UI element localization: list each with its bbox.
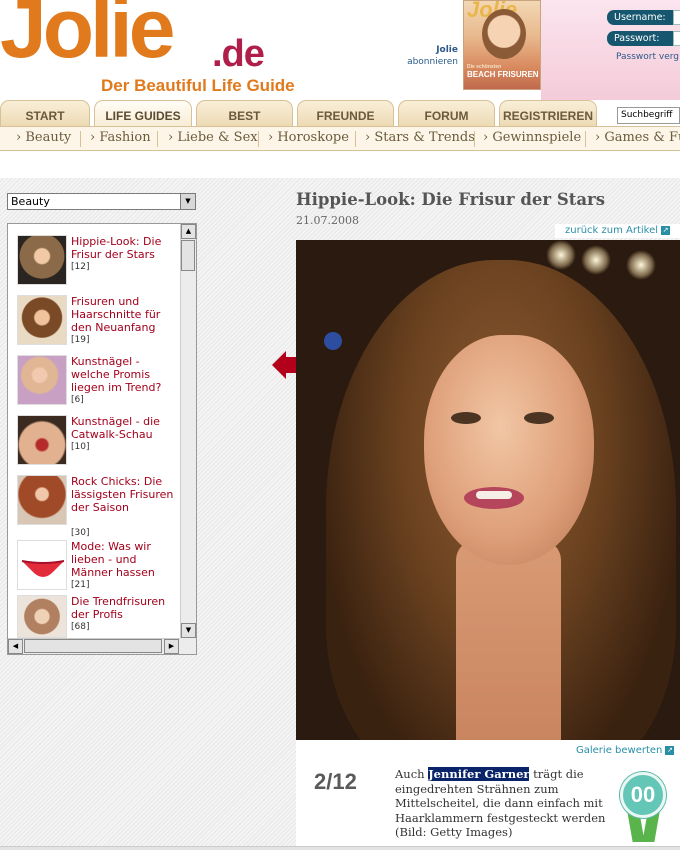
gallery-count: [12] (71, 262, 90, 272)
magazine-name-link[interactable]: Jolie (395, 44, 458, 56)
scrollbar-corner (180, 638, 196, 654)
subnav-fashion[interactable]: › Fashion (90, 127, 151, 151)
scroll-right-icon[interactable]: ▶ (164, 639, 179, 654)
gallery-title-link[interactable]: Die Trendfrisuren der Profis (71, 595, 179, 621)
photo-light (546, 240, 576, 270)
gallery-title-link[interactable]: Hippie-Look: Die Frisur der Stars (71, 235, 179, 261)
gallery-title-link[interactable]: Mode: Was wir lieben - und Männer hassen (71, 540, 179, 579)
gallery-thumbnail[interactable] (17, 415, 67, 465)
main-navigation: START LIFE GUIDES BEST FREUNDE FINDEN FO… (0, 100, 680, 153)
site-logo-tld[interactable]: .de (212, 33, 265, 76)
gallery-title-link[interactable]: Kunstnägel - die Catwalk-Schau (71, 415, 179, 441)
gallery-count: [30] (71, 528, 90, 538)
username-label: Username: (607, 10, 673, 25)
subnav-beauty[interactable]: › Beauty (16, 127, 71, 151)
gallery-thumbnail[interactable] (17, 355, 67, 405)
gallery-main-photo[interactable] (296, 240, 680, 740)
subnav-games-fun[interactable]: › Games & Fun (595, 127, 680, 151)
tab-freunde-finden[interactable]: FREUNDE FINDEN (297, 100, 394, 153)
subscribe-link[interactable]: abonnieren (395, 56, 458, 68)
tab-best[interactable]: BEST (196, 100, 293, 127)
site-header: Jolie .de Der Beautiful Life Guide Jolie… (0, 0, 680, 100)
rate-gallery-link[interactable]: Galerie bewerten ↗ (576, 745, 675, 756)
subnav-divider (355, 131, 356, 147)
gallery-thumbnail[interactable] (17, 235, 67, 285)
username-input[interactable] (673, 10, 680, 25)
rate-gallery-label[interactable]: Galerie bewerten (576, 745, 662, 756)
subnav-divider (80, 131, 81, 147)
arrow-icon[interactable]: ↗ (665, 745, 675, 755)
subnav-stars-trends[interactable]: › Stars & Trends (365, 127, 475, 151)
previous-image-arrow-icon[interactable] (272, 351, 286, 379)
image-counter: 2/12 (314, 769, 357, 794)
scroll-up-icon[interactable]: ▲ (181, 224, 196, 239)
search-input[interactable]: Suchbegriff (617, 107, 680, 124)
forgot-password-link[interactable]: Passwort verg (616, 52, 679, 62)
tab-forum[interactable]: FORUM (398, 100, 495, 127)
magazine-cover-text: Die schönsten BEACH FRISUREN (467, 63, 539, 79)
gallery-thumbnail[interactable] (17, 595, 67, 638)
scrollbar-thumb[interactable] (181, 240, 195, 271)
gallery-horizontal-scrollbar[interactable]: ◀ ▶ (8, 638, 180, 654)
gallery-vertical-scrollbar[interactable]: ▲ ▼ (180, 224, 196, 638)
photo-face (424, 335, 594, 565)
gallery-thumbnail[interactable] (17, 475, 67, 525)
site-tagline: Der Beautiful Life Guide (101, 76, 295, 95)
caption-highlight: Jennifer Garner (428, 767, 530, 781)
footer-divider (0, 846, 680, 850)
page-title: Hippie-Look: Die Frisur der Stars (296, 190, 606, 209)
category-select-value: Beauty (11, 195, 50, 208)
tab-registrieren[interactable]: REGISTRIEREN (499, 100, 597, 127)
login-area: Username: Passwort: Passwort verg (541, 0, 680, 100)
back-to-article-label[interactable]: zurück zum Artikel (565, 225, 658, 236)
caption-text-before: Auch (395, 767, 429, 781)
gallery-title-link[interactable]: Kunstnägel - welche Promis liegen im Tre… (71, 355, 179, 394)
site-logo[interactable]: Jolie (0, 0, 175, 70)
password-input[interactable] (673, 31, 680, 46)
article-date: 21.07.2008 (296, 214, 359, 227)
chevron-down-icon[interactable]: ▼ (180, 194, 195, 209)
category-select[interactable]: Beauty ▼ (7, 193, 196, 210)
password-label: Passwort: (607, 31, 673, 46)
gallery-thumbnail[interactable] (17, 295, 67, 345)
scrollbar-thumb[interactable] (24, 639, 162, 653)
gallery-count: [19] (71, 335, 90, 345)
photo-eye (451, 412, 481, 424)
photo-light (581, 245, 611, 275)
photo-teeth (476, 491, 512, 499)
subnav-divider (585, 131, 586, 147)
subnav-divider (474, 131, 475, 147)
subnav-divider (157, 131, 158, 147)
photo-eye (524, 412, 554, 424)
subnav-liebe-sex[interactable]: › Liebe & Sex (168, 127, 258, 151)
gallery-count: [10] (71, 442, 90, 452)
image-caption: Auch Jennifer Garner trägt die eingedreh… (395, 767, 615, 840)
photo-neck (456, 540, 561, 740)
magazine-subscribe[interactable]: Jolie abonnieren (395, 44, 458, 68)
subnav-divider (258, 131, 259, 147)
gallery-count: [6] (71, 395, 84, 405)
sub-navigation: › Beauty › Fashion › Liebe & Sex › Horos… (0, 126, 680, 151)
scroll-down-icon[interactable]: ▼ (181, 623, 196, 638)
tab-life-guides[interactable]: LIFE GUIDES (94, 100, 192, 127)
back-to-article-link[interactable]: zurück zum Artikel ↗ (555, 224, 680, 238)
gallery-title-link[interactable]: Rock Chicks: Die lässigsten Frisuren der… (71, 475, 179, 514)
tab-start[interactable]: START (0, 100, 90, 127)
magazine-cover-headline: BEACH FRISUREN (467, 70, 539, 79)
magazine-cover-image[interactable]: Jolie Die schönsten BEACH FRISUREN (463, 0, 541, 90)
rating-badge[interactable]: 00 (620, 772, 666, 818)
gallery-count: [21] (71, 580, 90, 590)
lingerie-thumbnail-icon (21, 560, 65, 577)
arrow-icon[interactable]: ↗ (661, 225, 671, 235)
photo-light (626, 250, 656, 280)
subnav-horoskope[interactable]: › Horoskope (268, 127, 349, 151)
magazine-cover-face (482, 9, 526, 59)
scroll-left-icon[interactable]: ◀ (8, 639, 23, 654)
subnav-gewinnspiele[interactable]: › Gewinnspiele (483, 127, 581, 151)
gallery-title-link[interactable]: Frisuren und Haarschnitte für den Neuanf… (71, 295, 179, 334)
gallery-thumbnail[interactable] (17, 540, 67, 590)
gallery-count: [68] (71, 622, 90, 632)
photo-blue-light (324, 332, 342, 350)
